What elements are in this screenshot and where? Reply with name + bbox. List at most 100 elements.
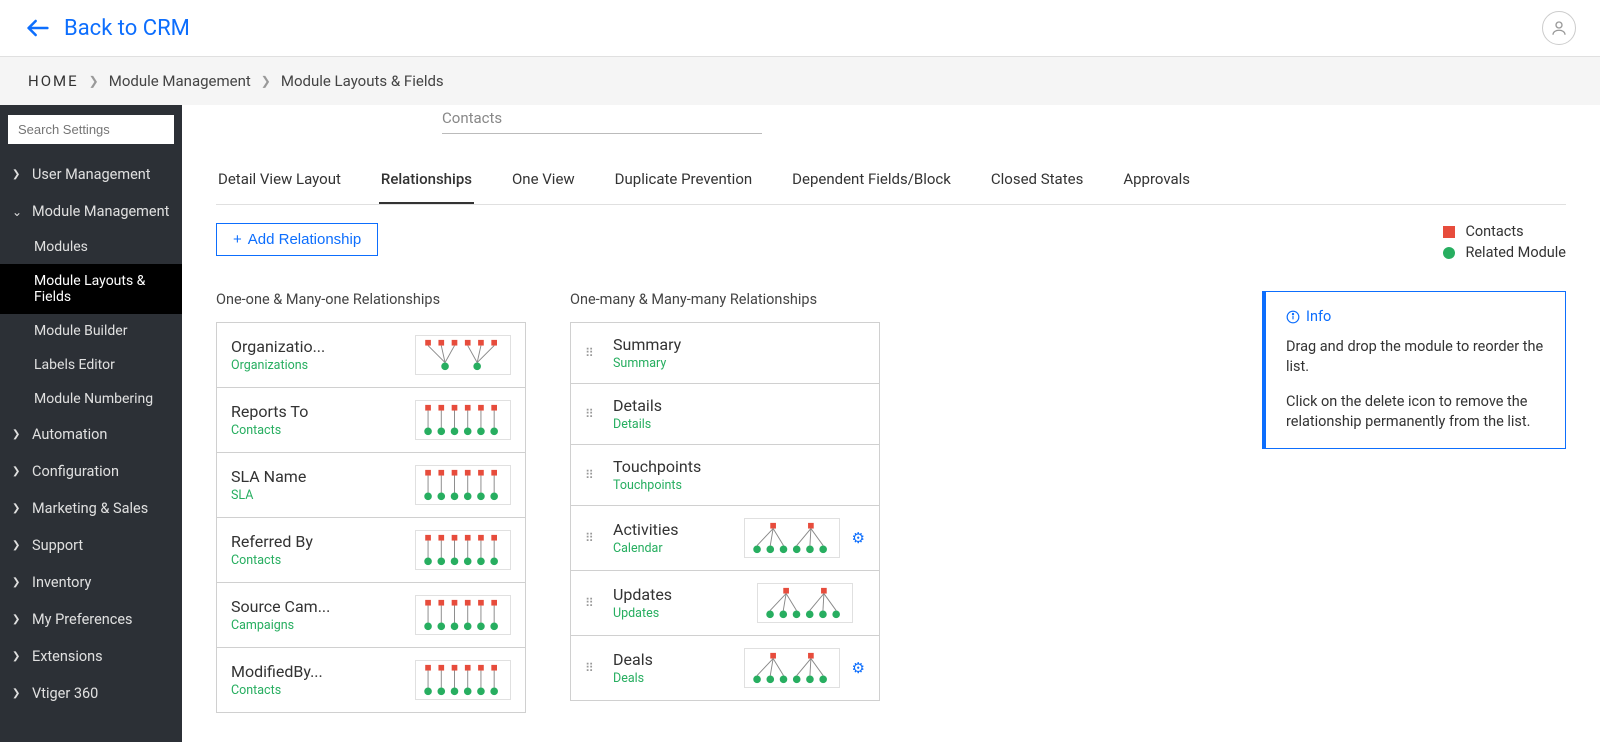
sidebar-item[interactable]: ❯Extensions xyxy=(0,638,182,675)
column-title: One-one & Many-one Relationships xyxy=(216,291,526,308)
info-text: Drag and drop the module to reorder the … xyxy=(1286,337,1545,378)
sidebar-item[interactable]: ⌄ Module Management xyxy=(0,193,182,230)
relationship-diagram-icon xyxy=(744,648,840,688)
sidebar-subitem[interactable]: Module Layouts & Fields xyxy=(0,264,182,314)
relationship-subtitle: Contacts xyxy=(231,683,323,698)
relationship-card[interactable]: Referred By Contacts xyxy=(216,517,526,583)
tab[interactable]: Dependent Fields/Block xyxy=(790,160,953,204)
sidebar-subitem[interactable]: Module Numbering xyxy=(0,382,182,416)
info-icon xyxy=(1286,310,1300,324)
drag-handle-icon[interactable]: ⠿ xyxy=(585,410,601,418)
relationship-subtitle: Details xyxy=(613,417,841,432)
sidebar-item[interactable]: ❯Configuration xyxy=(0,453,182,490)
tab[interactable]: Detail View Layout xyxy=(216,160,343,204)
sidebar-item[interactable]: ❯Support xyxy=(0,527,182,564)
drag-handle-icon[interactable]: ⠿ xyxy=(585,534,601,542)
legend: Contacts Related Module xyxy=(1443,223,1566,265)
breadcrumb-item[interactable]: Module Layouts & Fields xyxy=(281,72,444,90)
relationship-diagram-icon xyxy=(415,530,511,570)
relationship-diagram-icon xyxy=(757,583,853,623)
avatar[interactable] xyxy=(1542,11,1576,45)
relationship-subtitle: Summary xyxy=(613,356,841,371)
legend-contacts-label: Contacts xyxy=(1465,223,1523,240)
drag-handle-icon[interactable]: ⠿ xyxy=(585,599,601,607)
sidebar-subitem[interactable]: Modules xyxy=(0,230,182,264)
legend-circle-icon xyxy=(1443,247,1455,259)
sidebar-item-label: Module Management xyxy=(32,203,169,220)
gear-icon[interactable]: ⚙ xyxy=(852,659,865,677)
sidebar-subitem[interactable]: Module Builder xyxy=(0,314,182,348)
info-panel: Info Drag and drop the module to reorder… xyxy=(1262,291,1566,449)
relationship-subtitle: Touchpoints xyxy=(613,478,841,493)
relationship-title: ModifiedBy... xyxy=(231,662,323,681)
search-settings-input[interactable] xyxy=(8,115,174,144)
relationship-subtitle: Contacts xyxy=(231,423,308,438)
drag-handle-icon[interactable]: ⠿ xyxy=(585,471,601,479)
sidebar-item-label: Automation xyxy=(32,426,107,443)
relationship-card[interactable]: Reports To Contacts xyxy=(216,387,526,453)
breadcrumb-item[interactable]: Module Management xyxy=(109,72,251,90)
chevron-right-icon: ❯ xyxy=(261,74,271,88)
back-label: Back to CRM xyxy=(64,16,190,41)
module-select[interactable]: Contacts xyxy=(442,109,762,134)
chevron-right-icon: ❯ xyxy=(12,577,22,588)
tab[interactable]: Relationships xyxy=(379,160,474,204)
sidebar-item-label: Inventory xyxy=(32,574,91,591)
relationship-title: Source Cam... xyxy=(231,597,330,616)
sidebar-item[interactable]: ❯User Management xyxy=(0,156,182,193)
relationship-card[interactable]: ModifiedBy... Contacts xyxy=(216,647,526,713)
tab[interactable]: Duplicate Prevention xyxy=(613,160,755,204)
drag-handle-icon[interactable]: ⠿ xyxy=(585,664,601,672)
relationship-title: Organizatio... xyxy=(231,337,325,356)
legend-square-icon xyxy=(1443,226,1455,238)
sidebar-item[interactable]: ❯My Preferences xyxy=(0,601,182,638)
breadcrumb-home[interactable]: HOME xyxy=(28,72,79,90)
info-text: Click on the delete icon to remove the r… xyxy=(1286,392,1545,433)
relationship-card[interactable]: ⠿ Updates Updates xyxy=(570,570,880,636)
relationship-subtitle: Organizations xyxy=(231,358,325,373)
main-content: Contacts Detail View Layout Relationships… xyxy=(182,105,1600,742)
relationship-diagram-icon xyxy=(744,518,840,558)
relationship-card[interactable]: SLA Name SLA xyxy=(216,452,526,518)
relationship-title: Updates xyxy=(613,585,745,604)
relationship-diagram-icon xyxy=(415,465,511,505)
tab[interactable]: Closed States xyxy=(989,160,1085,204)
top-header: Back to CRM xyxy=(0,0,1600,57)
relationship-subtitle: Calendar xyxy=(613,541,732,556)
relationship-title: Activities xyxy=(613,520,732,539)
sidebar-item[interactable]: ❯Automation xyxy=(0,416,182,453)
relationship-card[interactable]: Source Cam... Campaigns xyxy=(216,582,526,648)
settings-sidebar: ❯User Management⌄Module ManagementModule… xyxy=(0,105,182,742)
sidebar-item-label: User Management xyxy=(32,166,151,183)
relationship-card[interactable]: ⠿ Summary Summary xyxy=(570,322,880,384)
relationship-title: SLA Name xyxy=(231,467,306,486)
sidebar-item[interactable]: ❯Marketing & Sales xyxy=(0,490,182,527)
relationship-card[interactable]: ⠿ Activities Calendar ⚙ xyxy=(570,505,880,571)
tab[interactable]: One View xyxy=(510,160,577,204)
relationship-diagram-icon xyxy=(415,595,511,635)
back-to-crm-link[interactable]: Back to CRM xyxy=(24,14,190,42)
info-title-label: Info xyxy=(1306,308,1331,325)
gear-icon[interactable]: ⚙ xyxy=(852,529,865,547)
relationship-card[interactable]: ⠿ Touchpoints Touchpoints xyxy=(570,444,880,506)
arrow-left-icon xyxy=(24,14,52,42)
one-many-one-column: One-one & Many-one Relationships Organiz… xyxy=(216,291,526,712)
relationship-subtitle: Campaigns xyxy=(231,618,330,633)
chevron-down-icon: ⌄ xyxy=(12,205,22,219)
drag-handle-icon[interactable]: ⠿ xyxy=(585,349,601,357)
sidebar-item-label: Marketing & Sales xyxy=(32,500,148,517)
sidebar-item[interactable]: ❯ Inventory xyxy=(0,564,182,601)
column-title: One-many & Many-many Relationships xyxy=(570,291,880,308)
user-icon xyxy=(1550,19,1568,37)
sidebar-item-label: Extensions xyxy=(32,648,103,665)
relationship-card[interactable]: Organizatio... Organizations xyxy=(216,322,526,388)
legend-related-label: Related Module xyxy=(1465,244,1566,261)
tab[interactable]: Approvals xyxy=(1121,160,1192,204)
sidebar-item[interactable]: ❯Vtiger 360 xyxy=(0,675,182,712)
one-many-many-column: One-many & Many-many Relationships ⠿ Sum… xyxy=(570,291,880,700)
sidebar-subitem[interactable]: Labels Editor xyxy=(0,348,182,382)
relationship-card[interactable]: ⠿ Details Details xyxy=(570,383,880,445)
relationship-card[interactable]: ⠿ Deals Deals ⚙ xyxy=(570,635,880,701)
chevron-right-icon: ❯ xyxy=(12,540,22,551)
add-relationship-button[interactable]: + Add Relationship xyxy=(216,223,378,256)
